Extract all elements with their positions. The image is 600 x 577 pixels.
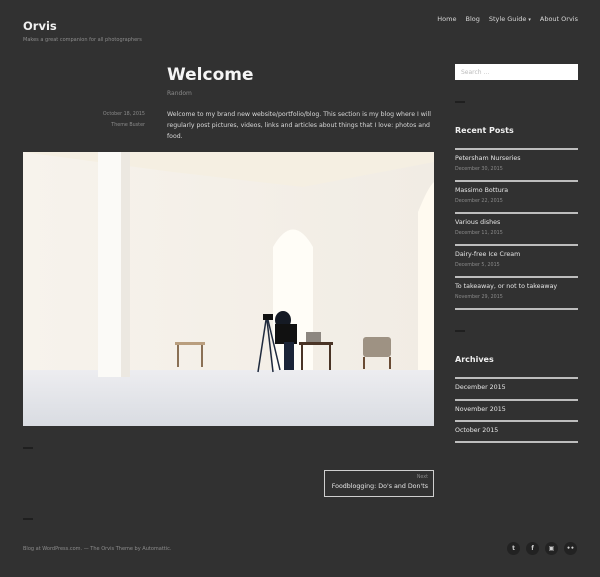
recent-post-link[interactable]: Massimo Bottura xyxy=(455,187,508,194)
divider xyxy=(23,518,33,520)
rule xyxy=(455,180,578,182)
rule xyxy=(455,377,578,379)
archive-link[interactable]: November 2015 xyxy=(455,406,506,413)
recent-post-date: December 5, 2015 xyxy=(455,263,500,268)
twitter-icon[interactable]: t xyxy=(507,542,520,555)
post-image xyxy=(23,152,434,426)
recent-post-link[interactable]: To takeaway, or not to takeaway xyxy=(455,283,557,290)
post-author[interactable]: Theme Buster xyxy=(111,123,145,128)
post-date[interactable]: October 18, 2015 xyxy=(103,112,145,117)
site-description: Makes a great companion for all photogra… xyxy=(23,37,142,43)
nav-item-style-guide[interactable]: Style Guide ▾ xyxy=(489,15,531,23)
footer-credit[interactable]: Blog at WordPress.com. — The Orvis Theme… xyxy=(23,546,171,552)
nav-item-home[interactable]: Home xyxy=(437,15,456,23)
next-post-link[interactable]: Next Foodblogging: Do's and Don'ts xyxy=(324,470,434,497)
instagram-icon[interactable]: ▣ xyxy=(545,542,558,555)
rule xyxy=(455,399,578,401)
rule xyxy=(455,308,578,310)
social-links: t f ▣ •• xyxy=(507,542,577,555)
divider xyxy=(23,447,33,449)
nav-item-label: Style Guide xyxy=(488,15,527,23)
rule xyxy=(455,276,578,278)
recent-post-date: December 11, 2015 xyxy=(455,231,503,236)
search-input[interactable] xyxy=(455,64,578,80)
rule xyxy=(455,212,578,214)
post-title[interactable]: Welcome xyxy=(167,65,254,85)
main-nav: Home Blog Style Guide ▾ About Orvis xyxy=(437,15,578,23)
post-category[interactable]: Random xyxy=(167,90,192,97)
next-post-title: Foodblogging: Do's and Don'ts xyxy=(331,483,428,490)
nav-item-about[interactable]: About Orvis xyxy=(540,15,578,23)
chevron-down-icon: ▾ xyxy=(528,17,531,23)
divider xyxy=(455,330,465,332)
recent-post-link[interactable]: Dairy-free Ice Cream xyxy=(455,251,520,258)
nav-item-blog[interactable]: Blog xyxy=(466,15,480,23)
rule xyxy=(455,244,578,246)
rule xyxy=(455,420,578,422)
photo-scene xyxy=(23,152,434,426)
facebook-icon[interactable]: f xyxy=(526,542,539,555)
recent-post-date: December 22, 2015 xyxy=(455,199,503,204)
post-body: Welcome to my brand new website/portfoli… xyxy=(167,111,431,140)
rule xyxy=(455,441,578,443)
flickr-icon[interactable]: •• xyxy=(564,542,577,555)
recent-post-link[interactable]: Petersham Nurseries xyxy=(455,155,521,162)
recent-post-date: November 29, 2015 xyxy=(455,295,503,300)
recent-post-date: December 30, 2015 xyxy=(455,167,503,172)
divider xyxy=(455,101,465,103)
archive-link[interactable]: December 2015 xyxy=(455,384,506,391)
rule xyxy=(455,148,578,150)
next-label: Next xyxy=(416,475,428,480)
archive-link[interactable]: October 2015 xyxy=(455,427,498,434)
archives-title: Archives xyxy=(455,355,494,364)
recent-post-link[interactable]: Various dishes xyxy=(455,219,500,226)
site-title[interactable]: Orvis xyxy=(23,19,57,33)
recent-posts-title: Recent Posts xyxy=(455,126,514,135)
